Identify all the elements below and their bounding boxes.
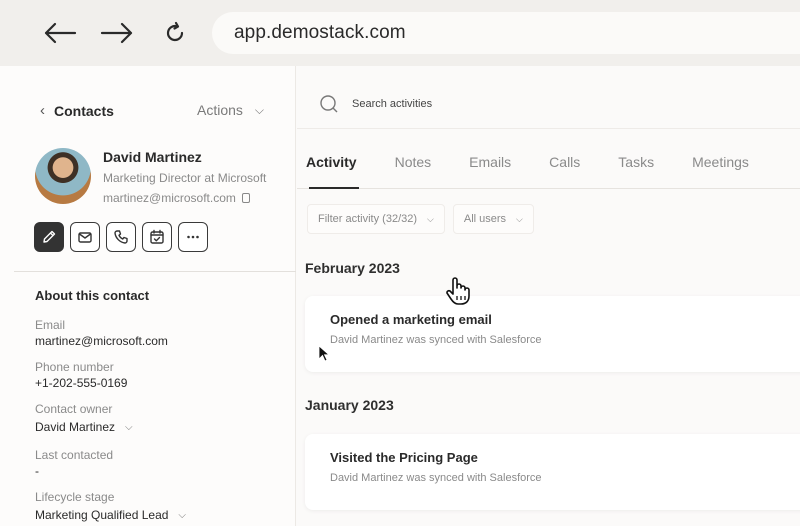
email-value: martinez@microsoft.com <box>35 334 168 348</box>
lifecycle-label: Lifecycle stage <box>35 490 115 504</box>
chevron-down-icon: ⌵ <box>178 509 187 521</box>
owner-label: Contact owner <box>35 402 113 416</box>
activity-item[interactable]: Visited the Pricing Page David Martinez … <box>305 434 800 510</box>
contact-sidebar: ‹ Contacts Actions ⌵ David Martinez Mark… <box>0 66 296 526</box>
tab-activity[interactable]: Activity <box>306 154 357 190</box>
divider <box>297 188 800 189</box>
back-button[interactable] <box>42 18 78 48</box>
avatar <box>35 148 91 204</box>
hand-cursor-icon <box>446 277 470 305</box>
actions-label: Actions <box>197 102 243 118</box>
more-button[interactable] <box>178 222 208 252</box>
month-heading: February 2023 <box>305 260 400 276</box>
reload-icon <box>166 21 184 42</box>
back-label: Contacts <box>54 102 114 119</box>
app-window: ‹ Contacts Actions ⌵ David Martinez Mark… <box>0 66 800 526</box>
chevron-down-icon: ⌵ <box>516 213 523 224</box>
last-contacted-value-text: - <box>35 464 39 478</box>
url-text: app.demostack.com <box>234 22 406 43</box>
divider <box>14 271 296 272</box>
email-button[interactable] <box>70 222 100 252</box>
last-contacted-value: - <box>35 464 39 478</box>
email-icon <box>78 232 92 243</box>
activity-search[interactable]: Search activities <box>319 94 432 114</box>
contact-name: David Martinez <box>103 149 202 165</box>
edit-button[interactable] <box>34 222 64 252</box>
lifecycle-dropdown[interactable]: Marketing Qualified Lead ⌵ <box>35 508 186 522</box>
month-heading: January 2023 <box>305 397 394 413</box>
address-bar[interactable]: app.demostack.com <box>212 12 800 54</box>
email-label: Email <box>35 318 66 332</box>
chevron-left-icon: ‹ <box>40 102 45 119</box>
tab-tasks[interactable]: Tasks <box>618 154 654 190</box>
back-to-contacts[interactable]: ‹ Contacts <box>40 102 114 119</box>
activity-subtitle: David Martinez was synced with Salesforc… <box>330 472 542 484</box>
contact-email-text: martinez@microsoft.com <box>103 191 236 205</box>
users-dropdown[interactable]: All users ⌵ <box>452 204 534 234</box>
owner-value-text: David Martinez <box>35 420 116 434</box>
phone-icon <box>114 230 128 244</box>
edit-icon <box>43 230 56 243</box>
search-icon <box>320 95 338 113</box>
last-contacted-label: Last contacted <box>35 448 114 462</box>
divider <box>297 128 800 129</box>
lifecycle-value-text: Marketing Qualified Lead <box>35 508 169 522</box>
phone-value-text: +1-202-555-0169 <box>35 376 128 390</box>
contact-role: Marketing Director at Microsoft <box>103 171 267 185</box>
activity-tabs: Activity Notes Emails Calls Tasks Meetin… <box>306 154 787 190</box>
owner-dropdown[interactable]: David Martinez ⌵ <box>35 420 133 434</box>
calendar-icon <box>150 229 164 244</box>
activity-title: Visited the Pricing Page <box>330 450 478 465</box>
arrow-right-icon <box>100 22 133 44</box>
arrow-left-icon <box>44 22 77 44</box>
activity-item[interactable]: Opened a marketing email David Martinez … <box>305 296 800 372</box>
active-tab-indicator <box>309 187 359 189</box>
tab-notes[interactable]: Notes <box>395 154 432 190</box>
filter-activity-dropdown[interactable]: Filter activity (32/32) ⌵ <box>307 204 445 234</box>
email-value-text: martinez@microsoft.com <box>35 334 168 348</box>
contact-action-bar <box>34 222 208 252</box>
forward-button[interactable] <box>99 18 135 48</box>
more-icon <box>187 235 199 239</box>
actions-dropdown[interactable]: Actions ⌵ <box>197 102 264 118</box>
chevron-down-icon: ⌵ <box>125 421 133 433</box>
tab-meetings[interactable]: Meetings <box>692 154 749 190</box>
chevron-down-icon: ⌵ <box>254 102 265 117</box>
activity-panel: Search activities Activity Notes Emails … <box>297 66 800 526</box>
arrow-cursor-icon <box>318 345 330 362</box>
activity-subtitle: David Martinez was synced with Salesforc… <box>330 334 542 346</box>
phone-label: Phone number <box>35 360 114 374</box>
chevron-down-icon: ⌵ <box>427 213 434 224</box>
filter-activity-label: Filter activity (32/32) <box>318 213 418 225</box>
copy-icon[interactable] <box>241 193 250 203</box>
search-input[interactable]: Search activities <box>352 98 432 110</box>
contact-email: martinez@microsoft.com <box>103 191 250 205</box>
browser-toolbar: app.demostack.com <box>0 0 800 66</box>
task-button[interactable] <box>142 222 172 252</box>
tab-emails[interactable]: Emails <box>469 154 511 190</box>
tab-calls[interactable]: Calls <box>549 154 580 190</box>
about-contact-heading: About this contact <box>35 288 150 303</box>
users-label: All users <box>463 213 507 225</box>
phone-value: +1-202-555-0169 <box>35 376 127 390</box>
activity-title: Opened a marketing email <box>330 312 492 327</box>
call-button[interactable] <box>106 222 136 252</box>
filter-bar: Filter activity (32/32) ⌵ All users ⌵ <box>307 204 534 234</box>
reload-button[interactable] <box>157 18 193 48</box>
